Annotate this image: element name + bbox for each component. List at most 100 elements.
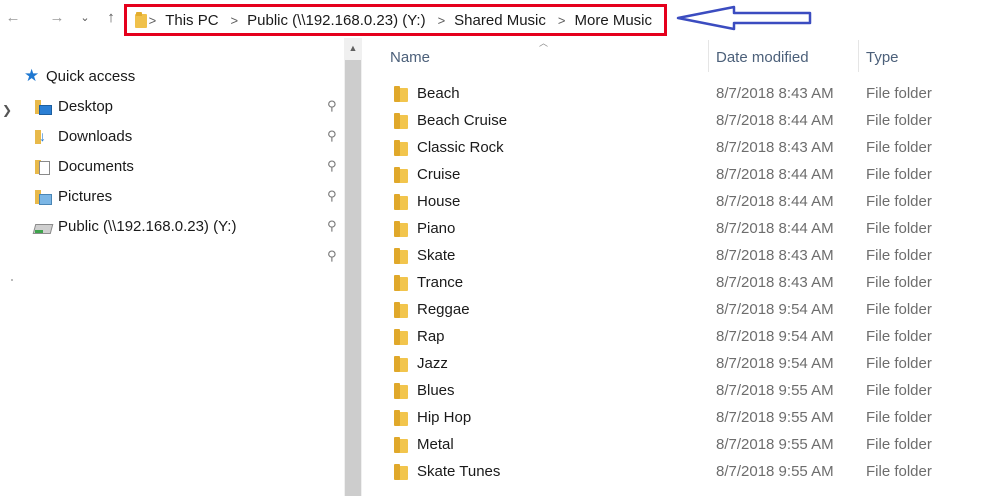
sidebar-item-quick-access[interactable]: ★ Quick access: [24, 63, 135, 89]
file-date-modified: 8/7/2018 8:43 AM: [716, 139, 834, 156]
file-row[interactable]: Rap 8/7/2018 9:54 AM File folder: [385, 324, 995, 351]
file-name: Beach Cruise: [417, 112, 508, 129]
recent-locations-button[interactable]: ⌄: [74, 6, 96, 28]
star-icon: ★: [24, 66, 40, 85]
sidebar-item-public-drive[interactable]: Public (\\192.168.0.23) (Y:): [34, 213, 236, 239]
file-name: Beach: [417, 85, 460, 102]
file-row[interactable]: Jazz 8/7/2018 9:54 AM File folder: [385, 351, 995, 378]
folder-icon: [394, 220, 410, 238]
file-row[interactable]: Beach 8/7/2018 8:43 AM File folder: [385, 81, 995, 108]
column-header-name[interactable]: Name: [390, 40, 708, 74]
file-name: Jazz: [417, 355, 448, 372]
sidebar-item-documents[interactable]: Documents: [34, 153, 134, 179]
file-type: File folder: [866, 463, 932, 480]
column-divider[interactable]: [708, 40, 709, 72]
breadcrumb-more-music[interactable]: More Music: [574, 12, 652, 29]
pin-icon[interactable]: ⚲: [327, 159, 339, 173]
folder-icon: [394, 355, 410, 373]
file-date-modified: 8/7/2018 8:44 AM: [716, 112, 834, 129]
file-type: File folder: [866, 166, 932, 183]
sidebar-item-downloads[interactable]: Downloads: [34, 123, 132, 149]
breadcrumb-shared-music[interactable]: Shared Music: [454, 12, 546, 29]
folder-icon: [394, 436, 410, 454]
file-row[interactable]: Beach Cruise 8/7/2018 8:44 AM File folder: [385, 108, 995, 135]
pin-icon[interactable]: ⚲: [327, 129, 339, 143]
folder-icon: [394, 85, 410, 103]
folder-icon: [394, 301, 410, 319]
chevron-down-icon: ⌄: [80, 11, 90, 24]
folder-icon: [394, 328, 410, 346]
up-button[interactable]: ↑: [100, 6, 122, 28]
sidebar-item-label: Public (\\192.168.0.23) (Y:): [58, 217, 237, 235]
forward-button[interactable]: →: [46, 6, 68, 28]
chevron-right-icon[interactable]: >: [231, 13, 239, 28]
column-header-label: Date modified: [716, 48, 809, 66]
file-date-modified: 8/7/2018 8:43 AM: [716, 247, 834, 264]
scrollbar-thumb[interactable]: [345, 60, 361, 496]
file-date-modified: 8/7/2018 9:55 AM: [716, 409, 834, 426]
chevron-right-icon[interactable]: >: [438, 13, 446, 28]
file-date-modified: 8/7/2018 9:54 AM: [716, 355, 834, 372]
sidebar-item-desktop[interactable]: Desktop: [34, 93, 113, 119]
file-row[interactable]: Metal 8/7/2018 9:55 AM File folder: [385, 432, 995, 459]
file-type: File folder: [866, 139, 932, 156]
file-name: Classic Rock: [417, 139, 504, 156]
file-date-modified: 8/7/2018 8:44 AM: [716, 220, 834, 237]
file-row[interactable]: Blues 8/7/2018 9:55 AM File folder: [385, 378, 995, 405]
file-name: Piano: [417, 220, 456, 237]
pictures-folder-icon: [34, 188, 52, 205]
sidebar-scrollbar[interactable]: ▲: [344, 38, 362, 496]
folder-icon: [394, 463, 410, 481]
pin-icon[interactable]: ⚲: [327, 219, 339, 233]
downloads-folder-icon: [34, 128, 50, 144]
file-type: File folder: [866, 382, 932, 399]
file-row[interactable]: Cruise 8/7/2018 8:44 AM File folder: [385, 162, 995, 189]
desktop-folder-icon: [34, 98, 52, 115]
back-button[interactable]: ←: [2, 6, 24, 28]
file-row[interactable]: Trance 8/7/2018 8:43 AM File folder: [385, 270, 995, 297]
file-row[interactable]: Hip Hop 8/7/2018 9:55 AM File folder: [385, 405, 995, 432]
up-arrow-icon: ↑: [107, 8, 115, 26]
column-header-type[interactable]: Type: [866, 40, 986, 74]
file-row[interactable]: Skate 8/7/2018 8:43 AM File folder: [385, 243, 995, 270]
file-row[interactable]: Skate Tunes 8/7/2018 9:55 AM File folder: [385, 459, 995, 486]
file-name: Blues: [417, 382, 455, 399]
file-row[interactable]: Classic Rock 8/7/2018 8:43 AM File folder: [385, 135, 995, 162]
file-date-modified: 8/7/2018 9:54 AM: [716, 328, 834, 345]
address-bar[interactable]: > This PC > Public (\\192.168.0.23) (Y:)…: [124, 4, 667, 36]
sidebar-item-label: Downloads: [58, 127, 133, 145]
file-row[interactable]: House 8/7/2018 8:44 AM File folder: [385, 189, 995, 216]
annotation-arrow-icon: [676, 5, 812, 31]
folder-icon: [394, 247, 410, 265]
file-date-modified: 8/7/2018 8:44 AM: [716, 166, 834, 183]
file-type: File folder: [866, 220, 932, 237]
pin-icon[interactable]: ⚲: [327, 249, 339, 263]
pin-icon[interactable]: ⚲: [327, 99, 339, 113]
breadcrumb-public-drive[interactable]: Public (\\192.168.0.23) (Y:): [247, 12, 425, 29]
chevron-right-icon[interactable]: >: [558, 13, 566, 28]
file-date-modified: 8/7/2018 9:55 AM: [716, 436, 834, 453]
breadcrumb-this-pc[interactable]: This PC: [165, 12, 218, 29]
column-header-date-modified[interactable]: Date modified: [716, 40, 858, 74]
file-row[interactable]: Reggae 8/7/2018 9:54 AM File folder: [385, 297, 995, 324]
file-date-modified: 8/7/2018 9:55 AM: [716, 382, 834, 399]
file-date-modified: 8/7/2018 9:55 AM: [716, 463, 834, 480]
column-header-label: Name: [390, 48, 431, 66]
file-type: File folder: [866, 112, 932, 129]
file-type: File folder: [866, 85, 932, 102]
sidebar-item-pictures[interactable]: Pictures: [34, 183, 112, 209]
sidebar-item-label: Quick access: [46, 67, 136, 85]
chevron-right-icon: >: [148, 12, 157, 28]
file-date-modified: 8/7/2018 9:54 AM: [716, 301, 834, 318]
folder-icon: [394, 409, 410, 427]
file-type: File folder: [866, 409, 932, 426]
file-row[interactable]: Piano 8/7/2018 8:44 AM File folder: [385, 216, 995, 243]
network-drive-icon: [34, 218, 50, 234]
expand-chevron-icon[interactable]: ❯: [2, 103, 12, 117]
scroll-up-icon[interactable]: ▲: [344, 38, 362, 58]
file-name: Hip Hop: [417, 409, 472, 426]
folder-icon: [394, 193, 410, 211]
file-type: File folder: [866, 193, 932, 210]
column-divider[interactable]: [858, 40, 859, 72]
pin-icon[interactable]: ⚲: [327, 189, 339, 203]
